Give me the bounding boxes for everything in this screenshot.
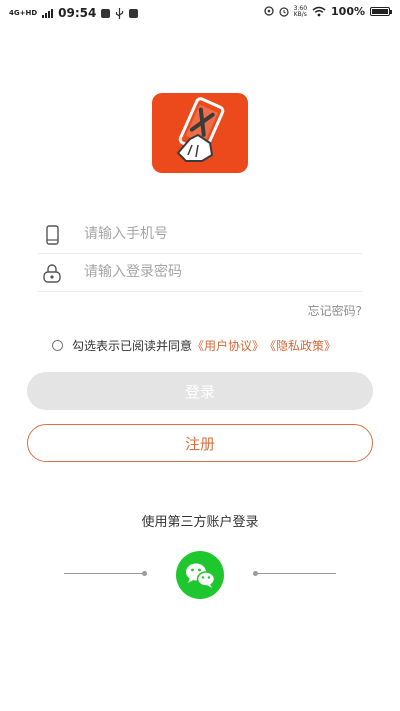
divider-left [64,573,144,574]
divider-right-dot [253,571,258,576]
status-bar: 4G+HD 09:54 3.60 KB/s 100% [0,0,400,26]
app-notification-icon [129,8,139,18]
app-logo [152,93,248,173]
notification-icon [101,8,111,18]
network-speed-unit: KB/s [293,10,307,18]
lock-icon [43,264,61,283]
clock: 09:54 [58,6,97,20]
network-type: 4G+HD [9,8,38,17]
third-party-title: 使用第三方账户登录 [141,515,259,530]
phone-input[interactable] [84,215,354,253]
battery-percentage: 100% [331,5,365,18]
phone-icon [46,225,59,245]
user-agreement-link[interactable]: 《用户协议》 [192,337,264,354]
login-button[interactable]: 登录 [27,372,373,410]
network-speed: 3.60 KB/s [293,5,307,18]
agreement-text: 勾选表示已阅读并同意 [72,339,193,353]
status-right: 3.60 KB/s 100% [264,5,392,18]
divider-right [256,573,336,574]
privacy-policy-link[interactable]: 《隐私政策》 [264,337,336,354]
register-button[interactable]: 注册 [27,424,373,462]
alarm-icon [279,7,289,17]
agreement-checkbox[interactable] [52,340,63,351]
password-input[interactable] [84,253,354,291]
usb-icon [116,7,124,19]
wechat-icon [186,563,216,588]
password-field [38,253,362,292]
divider-left-dot [142,571,147,576]
forgot-password-link[interactable]: 忘记密码? [308,302,362,319]
status-left: 4G+HD 09:54 [9,6,139,20]
battery-icon [370,7,392,16]
agreement-row: 勾选表示已阅读并同意 《用户协议》 《隐私政策》 [52,337,336,354]
signal-icon [42,8,54,18]
location-icon [264,6,274,16]
wifi-icon [312,6,326,17]
phone-field [38,215,362,254]
wechat-login-button[interactable] [176,551,224,599]
